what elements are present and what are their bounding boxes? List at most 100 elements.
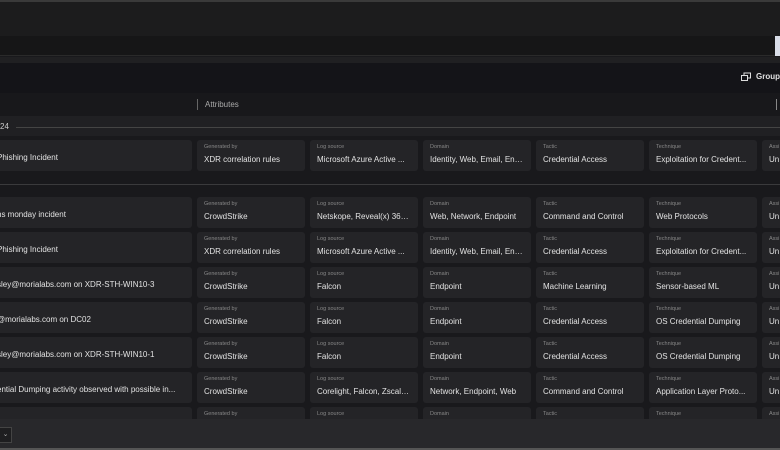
tactic-value: Credential Access — [543, 352, 608, 361]
technique-value: Web Protocols — [656, 212, 708, 221]
log-source-cell: Log source Falcon — [310, 267, 418, 298]
technique-label: Technique — [656, 306, 682, 312]
divider — [0, 184, 780, 185]
log-source-cell: Log source Microsoft Azure Active ... — [310, 232, 418, 263]
table-row[interactable]: ns monday incident Generated by CrowdStrik… — [0, 197, 780, 228]
search-button[interactable] — [775, 36, 780, 56]
domain-label: Domain — [430, 271, 449, 277]
tactic-label: Tactic — [543, 376, 558, 382]
assignee-label: Assi — [769, 271, 780, 277]
assignee-cell: Assi Un — [762, 337, 780, 368]
column-resize-handle[interactable] — [776, 99, 777, 110]
incident-name-cell[interactable]: ns monday incident — [0, 197, 192, 228]
incident-name-cell[interactable]: sley@morialabs.com on XDR-STH-WIN10-3 — [0, 267, 192, 298]
incident-name: sley@morialabs.com on XDR-STH-WIN10-3 — [0, 280, 155, 289]
domain-value: Endpoint — [430, 282, 462, 291]
assignee-label: Assi — [769, 306, 780, 312]
incident-name-cell[interactable]: Phishing Incident — [0, 140, 192, 171]
incident-name-cell[interactable]: Phishing Incident — [0, 232, 192, 263]
domain-cell: Domain Identity, Web, Email, End... — [423, 232, 531, 263]
technique-label: Technique — [656, 144, 682, 150]
tactic-label: Tactic — [543, 271, 558, 277]
search-input[interactable] — [0, 36, 780, 56]
assignee-cell: Assi Un — [762, 197, 780, 228]
generated-by-label: Generated by — [204, 236, 238, 242]
log-source-value: Falcon — [317, 317, 342, 326]
log-source-label: Log source — [317, 144, 345, 150]
tactic-cell: Tactic Command and Control — [536, 372, 644, 403]
table-row[interactable]: Phishing Incident Generated by XDR correla… — [0, 140, 780, 171]
generated-by-value: CrowdStrike — [204, 212, 248, 221]
generated-by-cell: Generated by CrowdStrike — [197, 197, 305, 228]
group-divider — [16, 127, 780, 128]
domain-value: Identity, Web, Email, End... — [430, 247, 524, 256]
generated-by-label: Generated by — [204, 306, 238, 312]
table-row[interactable]: ential Dumping activity observed with po… — [0, 372, 780, 403]
table-row[interactable]: Phishing Incident Generated by XDR correla… — [0, 232, 780, 263]
tactic-label: Tactic — [543, 341, 558, 347]
incident-name: ential Dumping activity observed with po… — [0, 385, 176, 394]
incident-name: sley@morialabs.com on XDR-STH-WIN10-1 — [0, 350, 155, 359]
log-source-label: Log source — [317, 201, 345, 207]
log-source-cell: Log source Falcon — [310, 302, 418, 333]
group-button[interactable]: Group — [741, 72, 780, 81]
technique-label: Technique — [656, 236, 682, 242]
incident-name: Phishing Incident — [0, 153, 58, 162]
log-source-label: Log source — [317, 271, 345, 277]
chevron-down-icon: ⌄ — [2, 431, 9, 438]
technique-value: OS Credential Dumping — [656, 352, 741, 361]
incident-name-cell[interactable]: sley@morialabs.com on XDR-STH-WIN10-1 — [0, 337, 192, 368]
domain-value: Web, Network, Endpoint — [430, 212, 517, 221]
assignee-label: Assi — [769, 236, 780, 242]
domain-label: Domain — [430, 341, 449, 347]
tactic-cell: Tactic Credential Access — [536, 337, 644, 368]
domain-cell: Domain Identity, Web, Email, End... — [423, 140, 531, 171]
domain-value: Network, Endpoint, Web — [430, 387, 517, 396]
tactic-value: Command and Control — [543, 212, 624, 221]
incident-name-cell[interactable]: ential Dumping activity observed with po… — [0, 372, 192, 403]
domain-label: Domain — [430, 201, 449, 207]
generated-by-value: CrowdStrike — [204, 317, 248, 326]
group-label: 24 — [0, 122, 9, 131]
domain-cell: Domain Endpoint — [423, 267, 531, 298]
table-row[interactable]: @morialabs.com on DC02 Generated by CrowdS… — [0, 302, 780, 333]
tactic-cell: Tactic Machine Learning — [536, 267, 644, 298]
assignee-label: Assi — [769, 144, 780, 150]
tactic-cell: Tactic Credential Access — [536, 232, 644, 263]
tactic-value: Machine Learning — [543, 282, 607, 291]
page-size-dropdown[interactable]: ⌄ — [0, 427, 12, 443]
generated-by-value: XDR correlation rules — [204, 155, 281, 164]
technique-label: Technique — [656, 411, 682, 417]
generated-by-cell: Generated by CrowdStrike — [197, 372, 305, 403]
generated-by-cell: Generated by XDR correlation rules — [197, 140, 305, 171]
table-row[interactable]: sley@morialabs.com on XDR-STH-WIN10-1 Gen… — [0, 337, 780, 368]
tactic-value: Command and Control — [543, 387, 624, 396]
generated-by-label: Generated by — [204, 144, 238, 150]
generated-by-label: Generated by — [204, 341, 238, 347]
generated-by-value: CrowdStrike — [204, 282, 248, 291]
group-header[interactable]: 24 — [0, 116, 780, 136]
generated-by-value: XDR correlation rules — [204, 247, 281, 256]
generated-by-cell: Generated by CrowdStrike — [197, 267, 305, 298]
generated-by-label: Generated by — [204, 201, 238, 207]
generated-by-value: CrowdStrike — [204, 387, 248, 396]
assignee-value: Un — [769, 317, 780, 326]
generated-by-value: CrowdStrike — [204, 352, 248, 361]
tactic-label: Tactic — [543, 411, 558, 417]
assignee-cell: Assi Un — [762, 140, 780, 171]
incident-name-cell[interactable]: @morialabs.com on DC02 — [0, 302, 192, 333]
domain-cell: Domain Network, Endpoint, Web — [423, 372, 531, 403]
assignee-value: Un — [769, 282, 780, 291]
log-source-cell: Log source Microsoft Azure Active ... — [310, 140, 418, 171]
table-row[interactable]: sley@morialabs.com on XDR-STH-WIN10-3 Gen… — [0, 267, 780, 298]
technique-cell: Technique Web Protocols — [649, 197, 757, 228]
technique-cell: Technique OS Credential Dumping — [649, 337, 757, 368]
log-source-value: Microsoft Azure Active ... — [317, 155, 405, 164]
top-bar — [0, 0, 780, 36]
incident-name: ns monday incident — [0, 210, 66, 219]
tactic-value: Credential Access — [543, 155, 608, 164]
domain-value: Identity, Web, Email, End... — [430, 155, 524, 164]
table-header: Attributes — [0, 93, 780, 116]
technique-label: Technique — [656, 376, 682, 382]
domain-value: Endpoint — [430, 317, 462, 326]
